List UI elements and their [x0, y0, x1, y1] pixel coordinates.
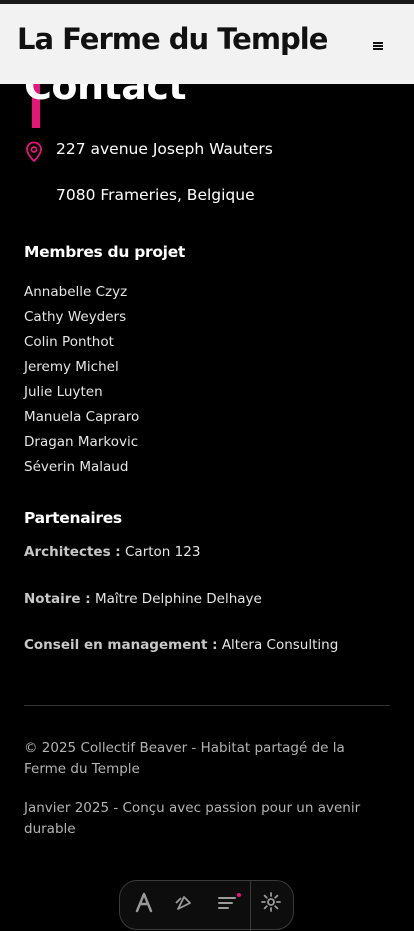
partner-row-notary: Notaire : Maître Delphine Delhaye: [24, 591, 262, 607]
partner-value: Carton 123: [125, 544, 201, 560]
footer-copyright: © 2025 Collectif Beaver - Habitat partag…: [24, 740, 345, 777]
partner-label: Notaire :: [24, 591, 91, 607]
partners-heading: Partenaires: [24, 509, 122, 527]
text-size-icon[interactable]: [133, 891, 155, 913]
toolbar-separator: [250, 881, 251, 931]
list-item: Dragan Markovic: [24, 434, 139, 450]
site-logo[interactable]: La Ferme du Temple: [17, 22, 328, 56]
partner-value: Maître Delphine Delhaye: [94, 591, 262, 607]
settings-gear-icon[interactable]: [260, 891, 282, 913]
members-list: Annabelle Czyz Cathy Weyders Colin Ponth…: [24, 280, 139, 480]
list-item: Manuela Capraro: [24, 409, 140, 425]
list-item: Cathy Weyders: [24, 309, 127, 325]
filters-icon[interactable]: [216, 891, 238, 913]
members-heading: Membres du projet: [24, 243, 186, 261]
partner-row-management: Conseil en management : Altera Consultin…: [24, 637, 338, 653]
location-pin-icon: [26, 141, 42, 163]
list-item: Séverin Malaud: [24, 459, 129, 475]
accessibility-toolbar: [119, 880, 294, 931]
address-line-2: 7080 Frameries, Belgique: [56, 186, 255, 204]
partner-label: Architectes :: [24, 544, 121, 560]
list-item: Annabelle Czyz: [24, 284, 128, 300]
notification-dot: [237, 893, 241, 897]
footer-divider: [24, 705, 390, 706]
contrast-icon[interactable]: [172, 891, 194, 913]
list-item: Julie Luyten: [24, 384, 103, 400]
partner-value: Altera Consulting: [221, 637, 339, 653]
hamburger-menu-icon[interactable]: [370, 38, 386, 54]
partner-row-architects: Architectes : Carton 123: [24, 544, 200, 560]
list-item: Jeremy Michel: [24, 359, 119, 375]
list-item: Colin Ponthot: [24, 334, 114, 350]
site-header: La Ferme du Temple: [0, 0, 414, 84]
footer-tagline: Janvier 2025 - Conçu avec passion pour u…: [24, 800, 361, 837]
address-line-1: 227 avenue Joseph Wauters: [56, 140, 273, 158]
partner-label: Conseil en management :: [24, 637, 218, 653]
